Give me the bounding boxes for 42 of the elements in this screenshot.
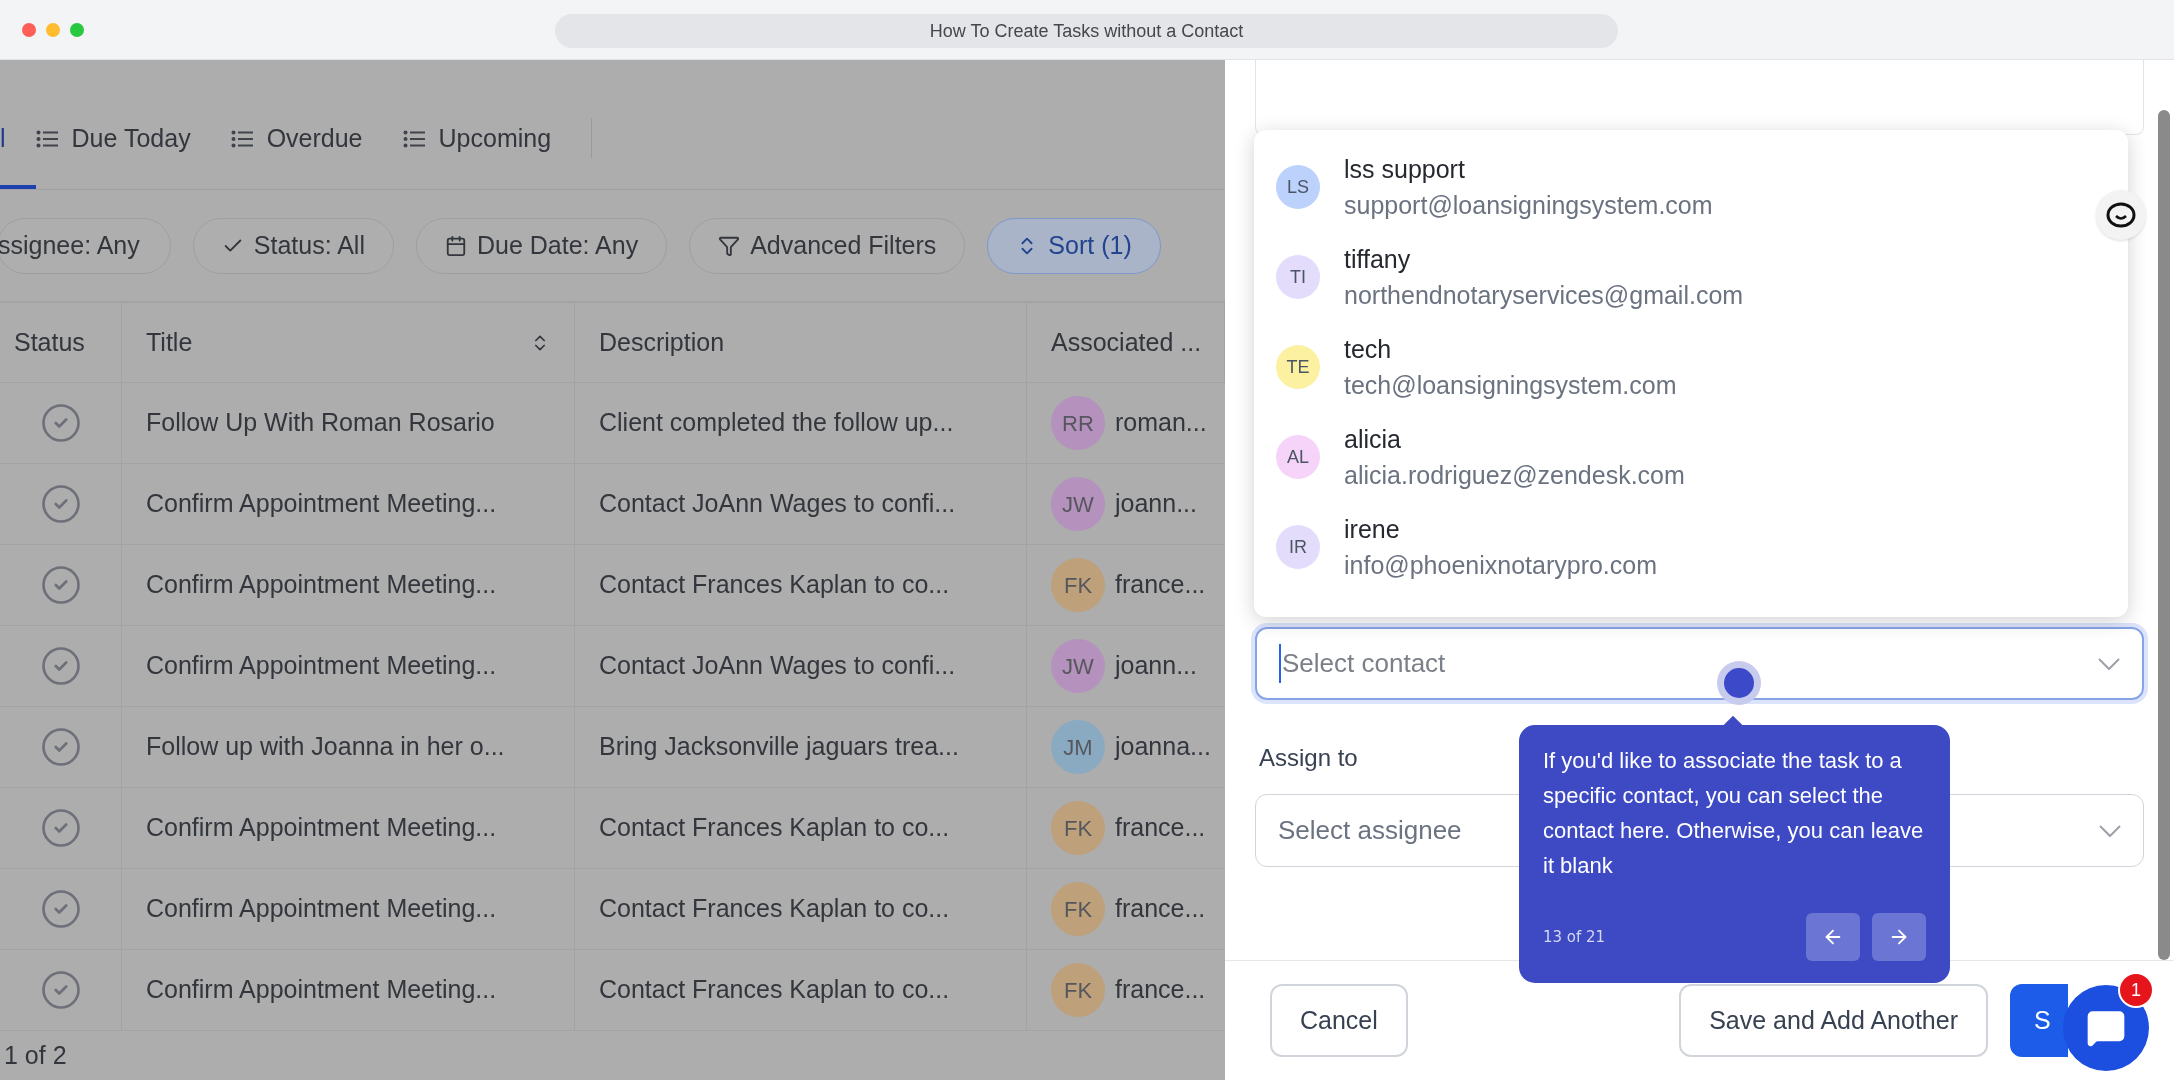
table-cell-text: Confirm Appointment Meeting...: [146, 488, 497, 520]
table-cell-text: Client completed the follow up...: [599, 407, 954, 439]
contact-avatar: JM: [1051, 720, 1105, 774]
contact-avatar: FK: [1051, 963, 1105, 1017]
table-cell-text: Contact JoAnn Wages to confi...: [599, 650, 956, 682]
table-cell-text: Contact Frances Kaplan to co...: [599, 974, 950, 1006]
table-cell-text: roman...: [1115, 407, 1207, 439]
table-cell-text: Follow up with Joanna in her o...: [146, 731, 505, 763]
contact-avatar: RR: [1051, 396, 1105, 450]
contact-avatar: FK: [1051, 558, 1105, 612]
column-header: Status: [0, 303, 122, 382]
table-cell-text: Confirm Appointment Meeting...: [146, 650, 497, 682]
table-cell-text: france...: [1115, 893, 1206, 925]
contact-avatar: JW: [1051, 639, 1105, 693]
table-cell-text: Contact Frances Kaplan to co...: [599, 812, 950, 844]
table-cell-text: france...: [1115, 812, 1206, 844]
table-cell-text: france...: [1115, 569, 1206, 601]
notification-badge: 1: [2118, 972, 2154, 1008]
table-cell-text: joann...: [1115, 488, 1197, 520]
contact-avatar: FK: [1051, 801, 1105, 855]
column-header: Associated ...: [1027, 303, 1225, 382]
table-cell-text: joann...: [1115, 650, 1197, 682]
table-cell-text: Contact Frances Kaplan to co...: [599, 893, 950, 925]
field-label: Assign to: [1259, 743, 1358, 773]
pagination-text: 1 of 2: [3, 1039, 67, 1071]
table-cell-text: france...: [1115, 974, 1206, 1006]
table-cell-text: Confirm Appointment Meeting...: [146, 569, 497, 601]
column-header: Description: [575, 303, 1027, 382]
tooltip-text: If you'd like to associate the task to a specific contact, you can select the contact here. Otherwise, you can leave it blank: [1543, 747, 1925, 880]
table-cell-text: Bring Jacksonville jaguars trea...: [599, 731, 959, 763]
table-cell-text: Confirm Appointment Meeting...: [146, 893, 497, 925]
step-counter: 13 of 21: [1543, 926, 1606, 948]
contact-avatar: JW: [1051, 477, 1105, 531]
table-cell-text: Contact Frances Kaplan to co...: [599, 569, 950, 601]
table-cell-text: Contact JoAnn Wages to confi...: [599, 488, 956, 520]
address-bar: How To Create Tasks without a Contact: [555, 14, 1618, 48]
table-cell-text: Confirm Appointment Meeting...: [146, 974, 497, 1006]
table-cell-text: Confirm Appointment Meeting...: [146, 812, 497, 844]
column-header: Title: [122, 303, 575, 382]
table-cell-text: Follow Up With Roman Rosario: [146, 407, 495, 439]
contact-avatar: FK: [1051, 882, 1105, 936]
table-cell-text: joanna...: [1115, 731, 1211, 763]
